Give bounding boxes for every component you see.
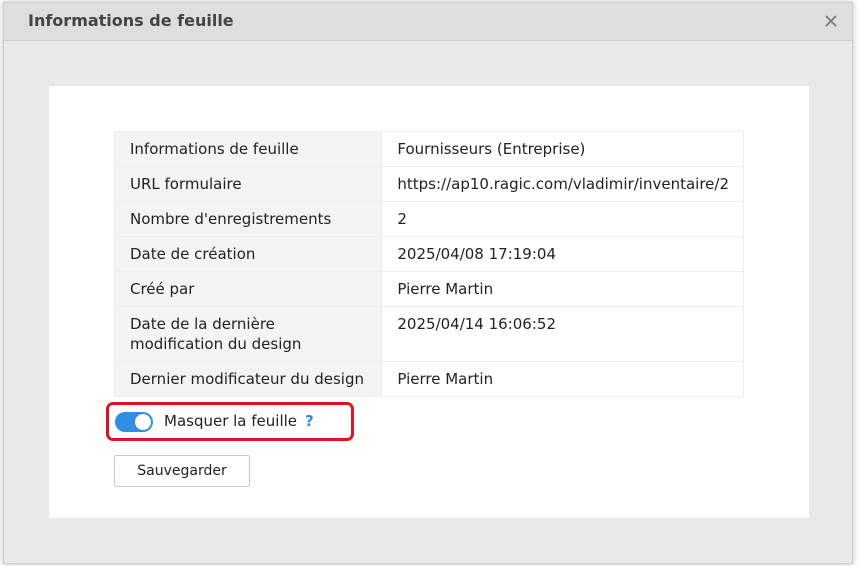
table-row: Informations de feuille Fournisseurs (En… <box>113 131 744 167</box>
hide-sheet-toggle[interactable] <box>115 412 153 432</box>
table-row: URL formulaire https://ap10.ragic.com/vl… <box>113 166 744 202</box>
row-value: 2025/04/14 16:06:52 <box>381 306 744 362</box>
form-url-value[interactable]: https://ap10.ragic.com/vladimir/inventai… <box>381 166 744 202</box>
table-row: Date de la dernière modification du desi… <box>113 306 744 362</box>
hide-sheet-label: Masquer la feuille <box>164 412 298 430</box>
dialog-header: Informations de feuille <box>4 3 852 41</box>
row-label: Créé par <box>113 271 383 307</box>
row-label: Date de création <box>113 236 383 272</box>
row-value: 2025/04/08 17:19:04 <box>381 236 744 272</box>
sheet-info-table: Informations de feuille Fournisseurs (En… <box>113 131 744 397</box>
sheet-info-panel: Informations de feuille Fournisseurs (En… <box>49 86 809 518</box>
row-label: Nombre d'enregistrements <box>113 201 383 237</box>
table-row: Date de création 2025/04/08 17:19:04 <box>113 236 744 272</box>
background-page-right <box>853 0 859 566</box>
help-icon[interactable]: ? <box>305 412 314 430</box>
hide-sheet-highlight: Masquer la feuille ? <box>106 402 354 441</box>
row-label: Dernier modificateur du design <box>113 361 383 397</box>
save-button[interactable]: Sauvegarder <box>114 455 250 487</box>
row-value: Pierre Martin <box>381 271 744 307</box>
row-value: 2 <box>381 201 744 237</box>
row-label: Date de la dernière modification du desi… <box>113 306 383 362</box>
table-row: Créé par Pierre Martin <box>113 271 744 307</box>
close-icon[interactable] <box>822 12 840 30</box>
row-value: Fournisseurs (Entreprise) <box>381 131 744 167</box>
table-row: Dernier modificateur du design Pierre Ma… <box>113 361 744 397</box>
row-value: Pierre Martin <box>381 361 744 397</box>
dialog-title: Informations de feuille <box>28 11 234 30</box>
sheet-info-dialog: Informations de feuille Informations de … <box>3 2 853 564</box>
toggle-knob <box>135 414 151 430</box>
table-row: Nombre d'enregistrements 2 <box>113 201 744 237</box>
row-label: Informations de feuille <box>113 131 383 167</box>
row-label: URL formulaire <box>113 166 383 202</box>
